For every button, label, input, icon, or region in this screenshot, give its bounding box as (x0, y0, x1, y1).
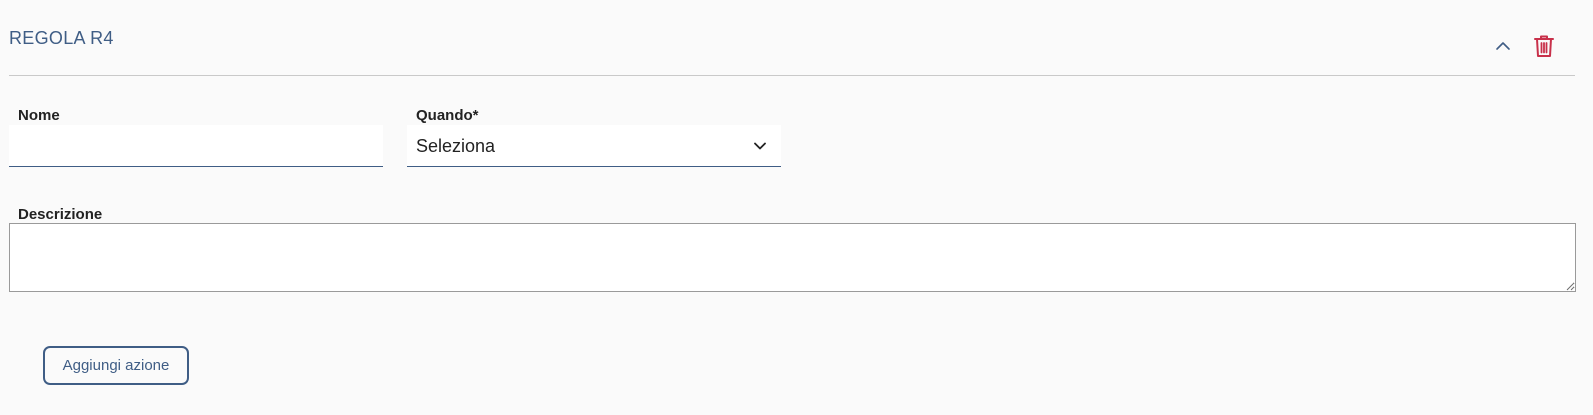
description-label: Descrizione (18, 206, 103, 223)
resize-handle-icon[interactable] (1565, 281, 1575, 291)
rule-header (9, 0, 1575, 76)
when-select[interactable]: Seleziona (407, 125, 781, 167)
chevron-down-icon (754, 142, 766, 150)
description-textarea[interactable] (9, 223, 1576, 292)
when-select-value: Seleziona (416, 136, 496, 156)
name-input[interactable] (9, 125, 383, 167)
rule-title: REGOLA R4 (9, 28, 114, 48)
when-label: Quando* (416, 107, 479, 124)
delete-rule-button[interactable] (1530, 32, 1558, 60)
trash-icon (1534, 35, 1554, 57)
collapse-button[interactable] (1491, 34, 1515, 58)
name-label: Nome (18, 107, 60, 124)
chevron-up-icon (1496, 42, 1510, 50)
add-action-button[interactable]: Aggiungi azione (43, 346, 189, 385)
